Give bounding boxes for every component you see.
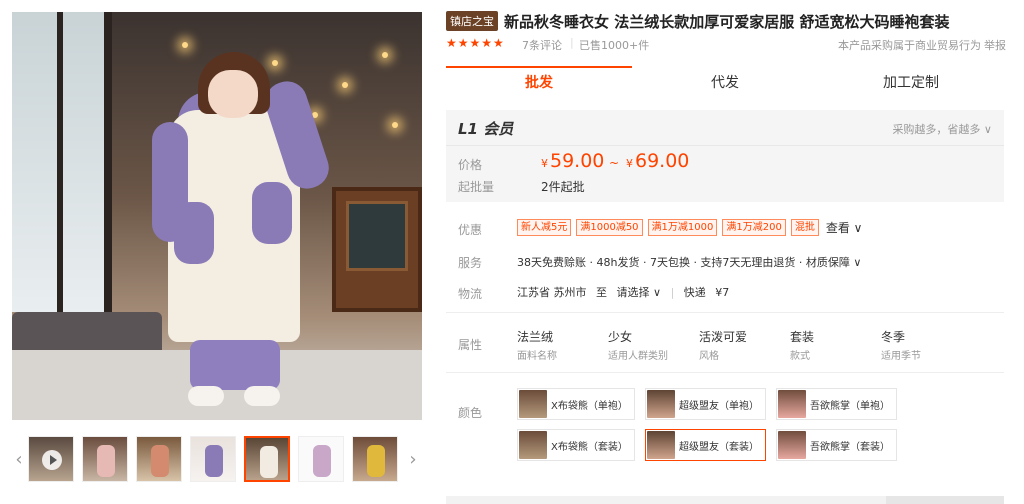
thumbnail[interactable]	[190, 436, 236, 482]
sold-count: 已售1000+件	[579, 39, 650, 52]
member-row: L1 会员 采购越多，省越多 ∨	[446, 110, 1004, 146]
view-more-promotions-button[interactable]: 查看 ∨	[826, 219, 863, 236]
color-swatch	[778, 390, 806, 418]
thumbnail[interactable]	[136, 436, 182, 482]
coupon-badge[interactable]: 新人减5元	[517, 218, 572, 236]
meta-row: ★★★★★ 7条评论 | 已售1000+件 本产品采购属于商业贸易行为 举报	[446, 36, 1006, 52]
divider: |	[570, 36, 574, 49]
ship-to-label: 至	[596, 286, 607, 299]
logistics-row: 江苏省 苏州市 至 请选择 ∨ | 快递 ¥7	[517, 284, 735, 300]
moq-label: 起批量	[458, 180, 495, 194]
cabinet-backdrop	[332, 187, 422, 312]
coupon-badge[interactable]: 满1000减50	[576, 218, 643, 236]
string-light	[382, 52, 388, 58]
price-label: 价格	[458, 158, 483, 172]
price-low: ¥59.00	[541, 150, 605, 172]
service-label: 服务	[458, 256, 483, 270]
color-option-selected[interactable]: 超级盟友（套装）	[645, 429, 766, 461]
service-guarantees[interactable]: 38天免费赊账 · 48h发货 · 7天包换 · 支持7天无理由退货 · 材质保…	[517, 254, 861, 270]
color-option[interactable]: X布袋熊（单袍）	[517, 388, 635, 420]
shop-tag-badge: 镇店之宝	[446, 11, 498, 31]
tab-dropship[interactable]: 代发	[632, 66, 818, 100]
shipping-fee: ¥7	[715, 286, 730, 299]
attribute-item: 冬季 适用季节	[881, 330, 921, 362]
coupon-badge[interactable]: 满1万减1000	[647, 218, 718, 236]
logistics-label: 物流	[458, 287, 483, 301]
tab-custom-processing[interactable]: 加工定制	[818, 66, 1004, 100]
string-light	[342, 82, 348, 88]
promotions-label: 优惠	[458, 223, 483, 237]
product-title: 新品秋冬睡衣女 法兰绒长款加厚可爱家居服 舒适宽松大码睡袍套装	[504, 12, 950, 31]
color-swatch	[647, 390, 675, 418]
divider: |	[670, 286, 675, 299]
review-count-link[interactable]: 7条评论	[522, 37, 562, 53]
attributes-label: 属性	[458, 338, 483, 352]
trade-note: 本产品采购属于商业贸易行为	[838, 39, 981, 52]
attribute-item: 活泼可爱 风格	[699, 330, 748, 362]
color-label: 颜色	[458, 406, 483, 420]
string-light	[392, 122, 398, 128]
thumbnail[interactable]	[352, 436, 398, 482]
color-swatch	[519, 390, 547, 418]
purchase-mode-tabs: 批发 代发 加工定制	[446, 66, 1004, 100]
thumbnail[interactable]	[298, 436, 344, 482]
divider	[446, 372, 1004, 373]
title-row: 镇店之宝 新品秋冬睡衣女 法兰绒长款加厚可爱家居服 舒适宽松大码睡袍套装	[446, 10, 949, 32]
price-separator: ~	[609, 156, 620, 170]
color-option[interactable]: 超级盟友（单袍）	[645, 388, 766, 420]
color-swatch	[778, 431, 806, 459]
price-panel: L1 会员 采购越多，省越多 ∨ 价格 ¥59.00 ~ ¥69.00 起批量 …	[446, 110, 1004, 202]
model-figure	[152, 52, 334, 412]
bulk-discount-dropdown[interactable]: 采购越多，省越多 ∨	[892, 121, 992, 137]
coupon-badge[interactable]: 混批	[790, 218, 819, 236]
ship-from: 江苏省 苏州市	[517, 286, 587, 299]
shipping-method: 快递	[683, 286, 706, 299]
thumbnail[interactable]	[82, 436, 128, 482]
window-backdrop	[12, 12, 112, 312]
thumbnail-selected[interactable]	[244, 436, 290, 482]
chevron-left-icon[interactable]: ‹	[12, 444, 26, 476]
play-icon	[42, 450, 62, 470]
divider	[446, 312, 1004, 313]
color-swatch	[519, 431, 547, 459]
color-option[interactable]: 吾欲熊掌（单袍）	[776, 388, 897, 420]
quantity-section-edge	[446, 496, 1004, 504]
tab-wholesale[interactable]: 批发	[446, 66, 632, 100]
chevron-right-icon[interactable]: ›	[406, 444, 420, 476]
color-swatch	[647, 431, 675, 459]
color-option[interactable]: 吾欲熊掌（套装）	[776, 429, 897, 461]
color-option[interactable]: X布袋熊（套装）	[517, 429, 635, 461]
thumbnail-video[interactable]	[28, 436, 74, 482]
thumbnail-strip: ‹ ›	[12, 434, 422, 486]
attribute-item: 法兰绒 面料名称	[517, 330, 557, 362]
string-light	[182, 42, 188, 48]
coupon-badge[interactable]: 满1万减200	[722, 218, 786, 236]
rating-stars-icon: ★★★★★	[446, 36, 505, 50]
report-link[interactable]: 举报	[984, 37, 1006, 53]
price-high: ¥69.00	[626, 150, 690, 172]
main-product-image[interactable]	[12, 12, 422, 420]
attribute-item: 少女 适用人群类别	[608, 330, 668, 362]
coupon-list: 新人减5元 满1000减50 满1万减1000 满1万减200 混批 查看 ∨	[517, 218, 862, 236]
moq-value: 2件起批	[541, 180, 585, 194]
attribute-item: 套装 款式	[790, 330, 815, 362]
member-level: L1 会员	[458, 120, 514, 138]
destination-select[interactable]: 请选择 ∨	[617, 286, 662, 299]
